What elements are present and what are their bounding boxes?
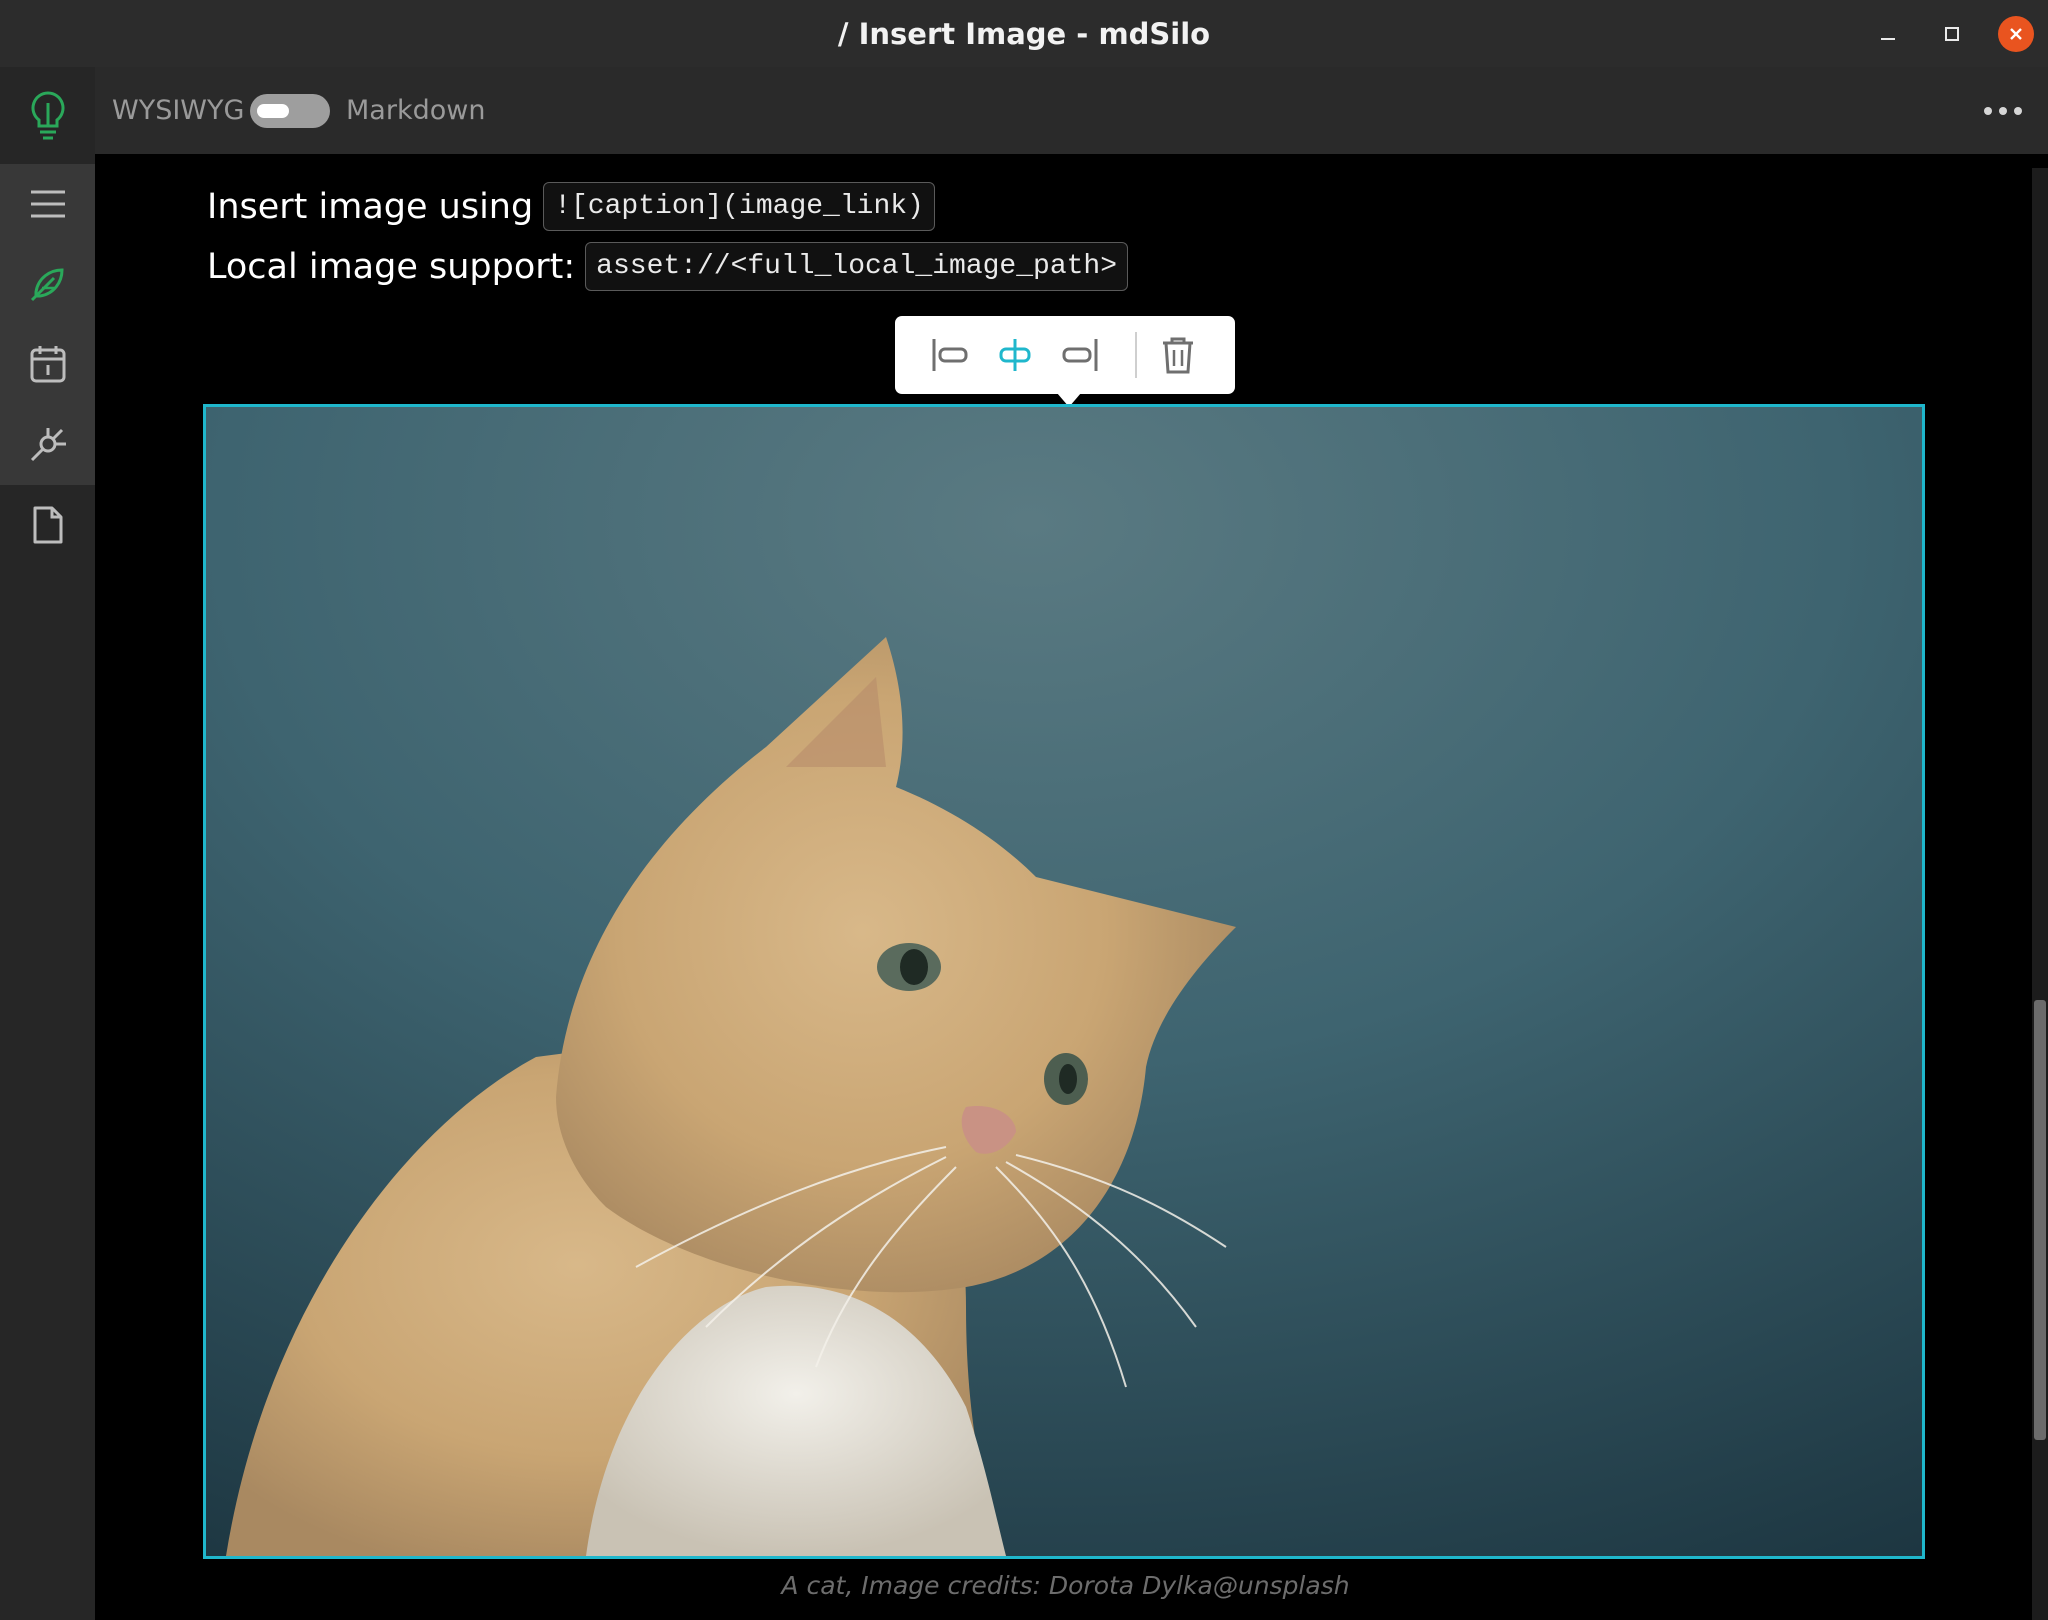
more-horizontal-icon [1984, 107, 2022, 115]
editor-toolbar: WYSIWYG Markdown [95, 67, 2048, 154]
sidebar-nav [0, 164, 95, 485]
delete-image-button[interactable] [1153, 330, 1203, 380]
inline-code: ![caption](image_link) [543, 182, 935, 231]
align-right-icon [1062, 339, 1098, 371]
more-options-button[interactable] [1980, 91, 2026, 131]
title-bar: / Insert Image - mdSilo [0, 0, 2048, 67]
sidebar-item-files[interactable] [0, 485, 95, 565]
paragraph-insert-image: Insert image using ![caption](image_link… [207, 182, 935, 231]
selected-image[interactable] [203, 404, 1925, 1559]
toggle-knob [257, 104, 289, 118]
cat-photo [206, 407, 1922, 1556]
minimize-icon[interactable] [1856, 0, 1920, 67]
paragraph-text: Local image support: [207, 246, 576, 287]
align-left-button[interactable] [925, 330, 975, 380]
window-controls [1856, 0, 2048, 67]
close-button[interactable] [1984, 0, 2048, 67]
file-icon [33, 506, 62, 544]
calendar-icon [30, 346, 65, 383]
align-left-icon [932, 339, 968, 371]
wysiwyg-label: WYSIWYG [112, 95, 245, 126]
vertical-scrollbar[interactable] [2032, 168, 2048, 1620]
paragraph-local-image: Local image support: asset://<full_local… [207, 242, 1129, 291]
paragraph-text: Insert image using [207, 186, 534, 227]
sidebar [0, 67, 95, 1620]
graph-icon [30, 428, 66, 462]
mode-toggle[interactable] [250, 94, 330, 128]
lightbulb-icon [31, 90, 64, 139]
align-center-button[interactable] [990, 330, 1040, 380]
maximize-icon[interactable] [1920, 0, 1984, 67]
app-logo[interactable] [0, 67, 95, 164]
feather-icon [30, 268, 64, 302]
image-caption: A cat, Image credits: Dorota Dylka@unspl… [781, 1571, 1350, 1600]
sidebar-item-graph[interactable] [0, 404, 95, 484]
menu-icon [30, 190, 65, 218]
toolbar-divider [1135, 332, 1137, 378]
scrollbar-thumb[interactable] [2034, 1000, 2046, 1440]
inline-code: asset://<full_local_image_path> [585, 242, 1129, 291]
trash-icon [1163, 337, 1193, 374]
image-toolbar [895, 316, 1235, 394]
sidebar-item-calendar[interactable] [0, 324, 95, 404]
align-right-button[interactable] [1055, 330, 1105, 380]
sidebar-item-editor[interactable] [0, 244, 95, 324]
sidebar-item-menu[interactable] [0, 164, 95, 244]
close-icon [1998, 15, 2034, 52]
align-center-icon [999, 339, 1031, 371]
window-title: / Insert Image - mdSilo [837, 16, 1211, 51]
markdown-label: Markdown [346, 95, 486, 126]
